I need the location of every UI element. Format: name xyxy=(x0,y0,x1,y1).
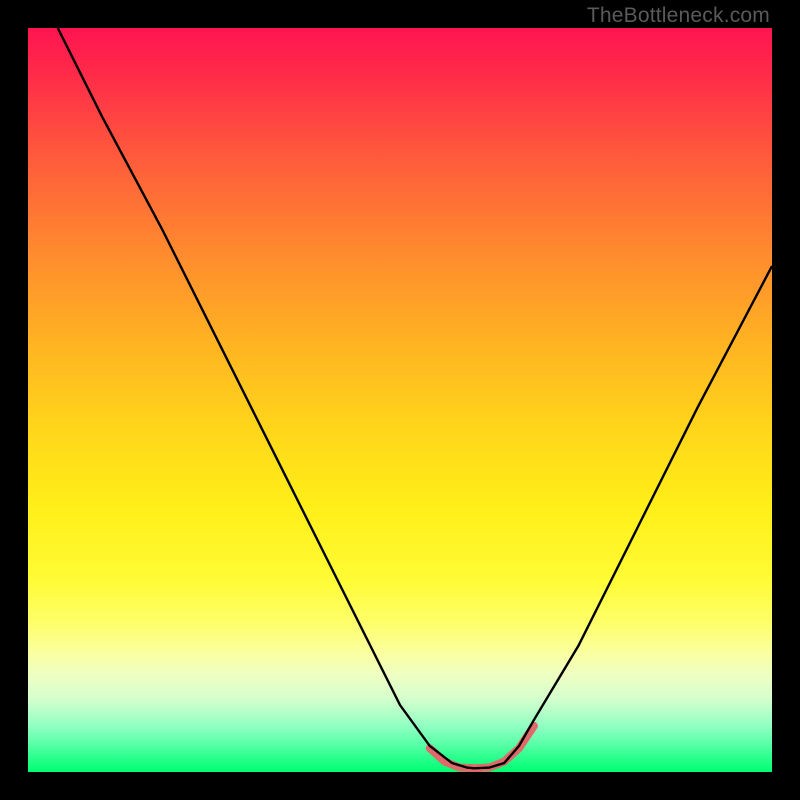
chart-frame: TheBottleneck.com xyxy=(0,0,800,800)
plot-area xyxy=(28,28,772,772)
bottleneck-curve xyxy=(58,28,772,768)
watermark-text: TheBottleneck.com xyxy=(587,4,770,28)
curve-layer xyxy=(28,28,772,772)
